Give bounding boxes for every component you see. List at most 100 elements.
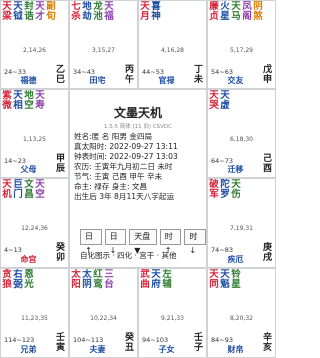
star-name: 喜神 bbox=[151, 2, 161, 22]
palace-name: 迁移 bbox=[227, 165, 244, 174]
star-name: 副旬 bbox=[46, 2, 56, 22]
palace-cell-chen[interactable]: 紫微天相地空天寿 1,13,25 14~23 甲辰 父母 bbox=[0, 89, 69, 178]
palace-name: 兄弟 bbox=[20, 345, 37, 354]
hour-up-button[interactable]: 时↑ bbox=[159, 229, 182, 255]
center-info-panel: 文墨天机 1.5.5 简体 (11 旧) CSVDC 姓名:匿 名 阳男 金四局… bbox=[69, 89, 207, 268]
star-name: 天钺 bbox=[13, 2, 23, 22]
star-char: 空 bbox=[24, 100, 34, 111]
star-list: 天梁天钺封诰天才副旬 bbox=[2, 2, 67, 22]
age-list: 2,14,26 bbox=[23, 47, 46, 54]
star-char: 军 bbox=[209, 189, 219, 200]
star-name: 廉贞 bbox=[209, 2, 219, 22]
star-list: 贪狼右弼恩光 bbox=[2, 270, 67, 290]
palace-cell-xu[interactable]: 破军陀罗天伤 7,19,31 74~83 庚戌 疾厄 bbox=[207, 178, 276, 268]
palace-cell-mao[interactable]: 天机巨门文昌天空 12,24,36 4~13 癸卯 命宫 bbox=[0, 178, 69, 268]
age-list: 11,23,35 bbox=[21, 315, 48, 322]
star-name: 龙池 bbox=[93, 2, 103, 22]
star-name: 地劫 bbox=[82, 2, 92, 22]
day-down-button[interactable]: 日↓ bbox=[104, 229, 127, 255]
star-name: 天马 bbox=[231, 2, 241, 22]
star-name: 凤阁 bbox=[242, 2, 252, 22]
star-name: 左辅 bbox=[162, 270, 172, 290]
star-char: 哭 bbox=[209, 100, 219, 111]
star-char: 同 bbox=[209, 279, 219, 290]
age-list: 5,17,29 bbox=[230, 47, 253, 54]
palace-cell-wei[interactable]: 天月喜神 4,16,28 44~53 丁未 官禄 bbox=[138, 0, 207, 89]
palace-cell-hai[interactable]: 天同天魁铃星 8,20,32 84~93 辛亥 财帛 bbox=[207, 268, 276, 358]
palace-cell-wu[interactable]: 七杀地劫龙池天福 3,15,27 34~43 丙午 田宅 bbox=[69, 0, 138, 89]
palace-name: 命宫 bbox=[20, 255, 37, 264]
star-char: 星 bbox=[220, 11, 230, 22]
decade-range: 114~123 bbox=[4, 336, 35, 344]
decade-range: 74~83 bbox=[211, 246, 233, 254]
ganzhi: 戊申 bbox=[263, 65, 273, 85]
star-char: 狼 bbox=[2, 279, 12, 290]
ganzhi: 辛亥 bbox=[263, 333, 273, 353]
star-list: 七杀地劫龙池天福 bbox=[71, 2, 136, 22]
star-name: 太阴 bbox=[82, 270, 92, 290]
age-list: 9,21,33 bbox=[161, 315, 184, 322]
day-up-button[interactable]: 日↑ bbox=[80, 229, 102, 255]
star-list: 太阳太阴红鸾三台 bbox=[71, 270, 136, 290]
star-char: 空 bbox=[35, 189, 45, 200]
info-line: 节气: 壬寅 己酉 甲午 辛未 bbox=[74, 172, 163, 181]
info-line: 真太阳时: 2022-09-27 13:11 bbox=[74, 142, 178, 151]
star-name: 陀罗 bbox=[220, 180, 230, 200]
star-name: 天相 bbox=[13, 91, 23, 111]
star-char: 弼 bbox=[13, 279, 23, 290]
star-char: 阴 bbox=[82, 279, 92, 290]
palace-name: 交友 bbox=[227, 76, 244, 85]
bottom-tools[interactable]: 自化图示 · 四化 · 宫干 · 其他 bbox=[80, 250, 176, 261]
star-char: 诰 bbox=[24, 11, 34, 22]
ganzhi: 甲辰 bbox=[56, 154, 66, 174]
star-char: 星 bbox=[231, 279, 241, 290]
palace-cell-zi[interactable]: 武曲天府左辅 9,21,33 94~103 壬子子女 bbox=[138, 268, 207, 358]
star-char: 魁 bbox=[220, 279, 230, 290]
star-name: 右弼 bbox=[13, 270, 23, 290]
star-char: 寿 bbox=[35, 100, 45, 111]
palace-name: 财帛 bbox=[227, 345, 244, 354]
age-list: 7,19,31 bbox=[230, 225, 253, 232]
decade-range: 94~103 bbox=[142, 336, 169, 344]
palace-cell-shen[interactable]: 廉贞火星天马凤阁阴煞 5,17,29 54~63 戊申 交友 bbox=[207, 0, 276, 89]
ganzhi: 庚戌 bbox=[263, 243, 273, 263]
sky-plate-select[interactable]: 天盘▼ bbox=[129, 229, 157, 255]
star-char: 池 bbox=[93, 11, 103, 22]
star-name: 紫微 bbox=[2, 91, 12, 111]
palace-cell-yin[interactable]: 贪狼右弼恩光 11,23,35 114~123 壬寅 兄弟 bbox=[0, 268, 69, 358]
hour-down-button[interactable]: 时↓ bbox=[184, 229, 207, 255]
star-name: 三台 bbox=[104, 270, 114, 290]
star-name: 地空 bbox=[24, 91, 34, 111]
palace-cell-chou[interactable]: 太阳太阴红鸾三台 10,22,34 104~113 癸丑 夫妻 bbox=[69, 268, 138, 358]
palace-cell-si[interactable]: 天梁天钺封诰天才副旬 2,14,26 24~33 乙巳 福德 bbox=[0, 0, 69, 89]
star-char: 才 bbox=[35, 11, 45, 22]
birth-info: 姓名:匿 名 阳男 金四局 真太阳时: 2022-09-27 13:11 钟表时… bbox=[70, 132, 206, 202]
palace-name: 官禄 bbox=[158, 76, 175, 85]
star-name: 天才 bbox=[35, 2, 45, 22]
star-list: 破军陀罗天伤 bbox=[209, 180, 274, 200]
ganzhi: 己酉 bbox=[263, 154, 273, 174]
star-char: 杀 bbox=[71, 11, 81, 22]
star-list: 廉贞火星天马凤阁阴煞 bbox=[209, 2, 274, 22]
age-list: 3,15,27 bbox=[92, 47, 115, 54]
star-char: 阳 bbox=[71, 279, 81, 290]
ganzhi: 乙巳 bbox=[56, 65, 66, 85]
star-char: 相 bbox=[13, 100, 23, 111]
star-name: 天寿 bbox=[35, 91, 45, 111]
star-list: 紫微天相地空天寿 bbox=[2, 91, 67, 111]
star-list: 天月喜神 bbox=[140, 2, 205, 22]
star-name: 文昌 bbox=[24, 180, 34, 200]
palace-name: 子女 bbox=[158, 345, 175, 354]
version-text: 1.5.5 简体 (11 旧) CSVDC bbox=[104, 124, 172, 130]
ganzhi: 壬子 bbox=[194, 333, 204, 353]
star-name: 七杀 bbox=[71, 2, 81, 22]
star-name: 火星 bbox=[220, 2, 230, 22]
star-char: 伤 bbox=[231, 189, 241, 200]
star-name: 天月 bbox=[140, 2, 150, 22]
star-char: 昌 bbox=[24, 189, 34, 200]
star-list: 天机巨门文昌天空 bbox=[2, 180, 67, 200]
palace-cell-you[interactable]: 天哭天虚 6,18,30 64~73 己酉 迁移 bbox=[207, 89, 276, 178]
star-list: 武曲天府左辅 bbox=[140, 270, 205, 290]
star-name: 天空 bbox=[35, 180, 45, 200]
star-char: 旬 bbox=[46, 11, 56, 22]
